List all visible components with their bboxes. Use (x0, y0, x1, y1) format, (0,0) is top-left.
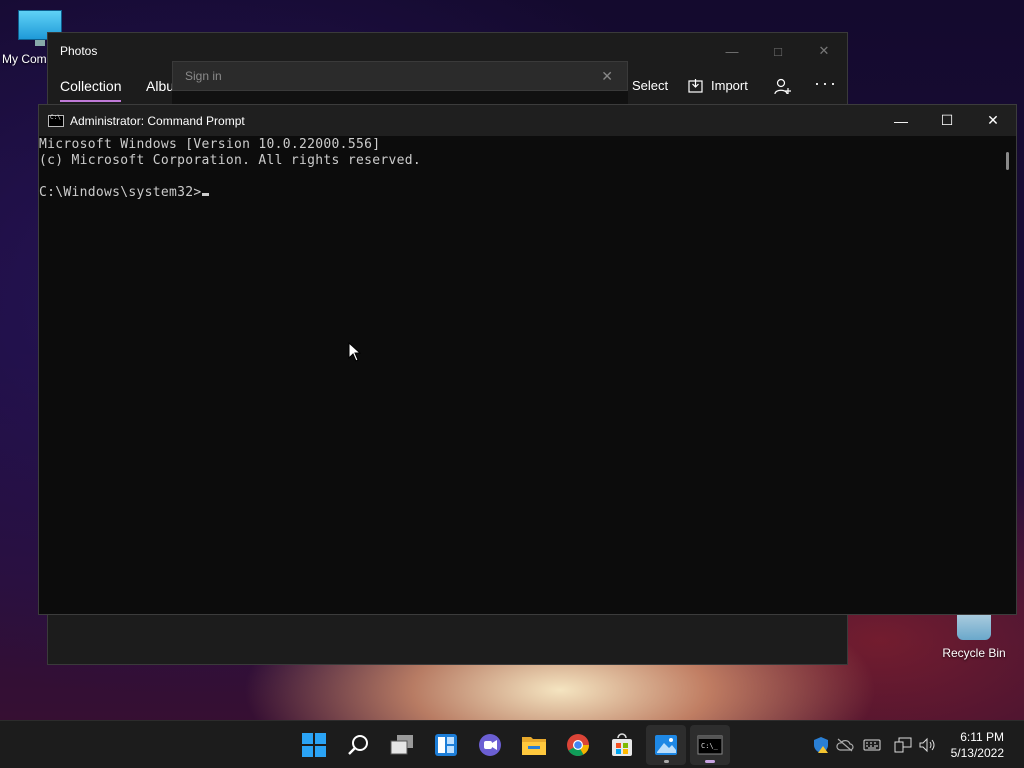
console-prompt-line[interactable]: C:\Windows\system32> (39, 185, 999, 201)
console-line: (c) Microsoft Corporation. All rights re… (39, 153, 421, 168)
volume-icon[interactable] (918, 735, 938, 755)
store-button[interactable] (602, 725, 642, 765)
teams-chat-icon (479, 734, 501, 756)
clock-time: 6:11 PM (960, 730, 1004, 744)
add-person-button[interactable] (774, 78, 791, 95)
photos-taskbar-button[interactable] (646, 725, 686, 765)
chrome-button[interactable] (558, 725, 598, 765)
more-options-icon[interactable]: ··· (814, 73, 838, 94)
console-output[interactable]: Microsoft Windows [Version 10.0.22000.55… (39, 136, 999, 614)
start-button[interactable] (294, 725, 334, 765)
signin-placeholder: Sign in (185, 69, 222, 83)
minimize-button[interactable]: — (878, 105, 924, 136)
onedrive-offline-icon[interactable] (836, 735, 854, 755)
teams-chat-button[interactable] (470, 725, 510, 765)
close-button[interactable]: ✕ (801, 33, 847, 69)
task-view-button[interactable] (382, 725, 422, 765)
tab-albums[interactable]: Albu (146, 78, 174, 94)
active-indicator (705, 760, 715, 763)
signin-flyout[interactable]: Sign in ✕ (172, 61, 628, 91)
select-button[interactable]: Select (632, 78, 668, 93)
maximize-button[interactable]: ☐ (924, 105, 970, 136)
desktop-icon-label: Recycle Bin (942, 646, 1006, 660)
close-icon[interactable]: ✕ (601, 68, 613, 85)
keyboard-icon[interactable] (862, 735, 882, 755)
taskbar: C:\_ 6:11 PM 5/13/2022 (0, 720, 1024, 768)
taskbar-clock[interactable]: 6:11 PM 5/13/2022 (951, 729, 1004, 761)
network-icon[interactable] (893, 735, 913, 755)
photos-icon (655, 735, 677, 755)
terminal-icon: C:\_ (697, 735, 723, 755)
signin-flyout-body (172, 91, 628, 105)
widgets-button[interactable] (426, 725, 466, 765)
console-line: Microsoft Windows [Version 10.0.22000.55… (39, 137, 381, 152)
clock-date: 5/13/2022 (950, 746, 1004, 760)
task-view-icon (390, 735, 413, 755)
console-line: ​ (39, 169, 999, 185)
vertical-scrollbar[interactable] (999, 136, 1016, 614)
file-explorer-button[interactable] (514, 725, 554, 765)
minimize-button[interactable]: — (709, 33, 755, 69)
command-prompt-icon (48, 114, 64, 127)
file-explorer-icon (522, 737, 546, 755)
import-icon (688, 79, 703, 93)
terminal-taskbar-button[interactable]: C:\_ (690, 725, 730, 765)
running-indicator (664, 760, 669, 763)
security-warning-icon[interactable] (812, 735, 830, 755)
start-icon (302, 733, 326, 757)
scrollbar-thumb[interactable] (1006, 152, 1009, 170)
search-icon (348, 735, 368, 755)
cmd-titlebar[interactable]: Administrator: Command Prompt — ☐ ✕ (39, 105, 1016, 136)
command-prompt-window[interactable]: Administrator: Command Prompt — ☐ ✕ Micr… (38, 104, 1017, 615)
desktop-icon-recycle-bin[interactable]: Recycle Bin (938, 610, 1010, 660)
tab-collection[interactable]: Collection (60, 78, 122, 102)
widgets-icon (435, 734, 457, 756)
search-button[interactable] (338, 725, 378, 765)
import-label: Import (711, 78, 748, 93)
window-title: Administrator: Command Prompt (70, 113, 245, 128)
import-button[interactable]: Import (688, 78, 748, 93)
text-cursor (201, 193, 209, 196)
chrome-icon (567, 734, 589, 756)
console-prompt: C:\Windows\system32> (39, 185, 202, 200)
store-icon (612, 733, 632, 756)
window-title: Photos (60, 44, 98, 58)
maximize-button[interactable]: □ (755, 33, 801, 69)
add-person-icon (774, 78, 791, 95)
close-button[interactable]: ✕ (970, 105, 1016, 136)
mouse-pointer-icon (348, 342, 362, 362)
svg-text:C:\_: C:\_ (701, 742, 719, 750)
select-label: Select (632, 78, 669, 93)
